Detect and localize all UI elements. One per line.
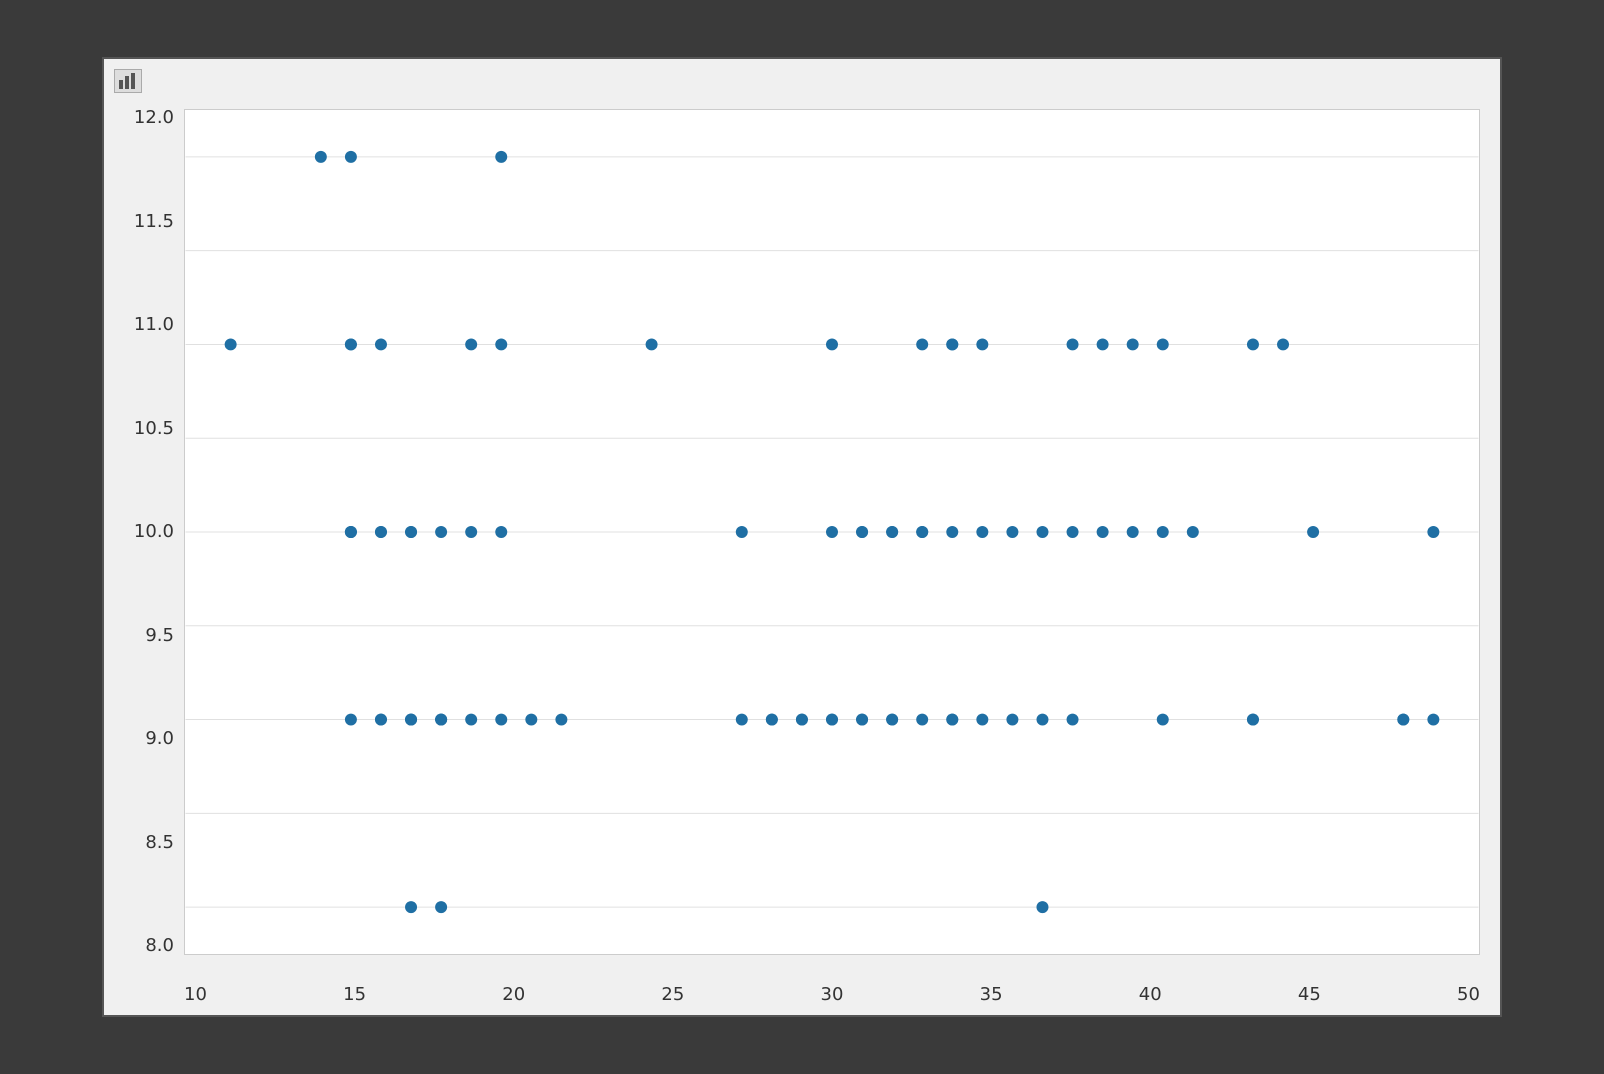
data-point <box>976 714 988 726</box>
data-point <box>766 714 778 726</box>
data-point <box>1036 901 1048 913</box>
data-point <box>495 151 507 163</box>
data-point <box>1127 338 1139 350</box>
y-tick-label: 9.0 <box>104 730 174 748</box>
bar-chart-icon[interactable] <box>114 69 142 93</box>
data-point <box>646 338 658 350</box>
x-tick-label: 30 <box>821 984 844 1005</box>
chart-container: 12.0 11.5 11.0 10.5 10.0 9.5 9.0 8.5 8.0 10 15 20 2… <box>102 57 1502 1017</box>
data-point <box>405 901 417 913</box>
data-point <box>916 526 928 538</box>
data-point <box>465 714 477 726</box>
data-point <box>796 714 808 726</box>
x-tick-label: 25 <box>661 984 684 1005</box>
data-point <box>886 526 898 538</box>
y-tick-label: 11.5 <box>104 213 174 231</box>
data-point <box>555 714 567 726</box>
data-point <box>976 338 988 350</box>
data-point <box>405 526 417 538</box>
data-point <box>345 714 357 726</box>
data-point <box>1067 714 1079 726</box>
x-tick-label: 35 <box>980 984 1003 1005</box>
data-point <box>826 714 838 726</box>
data-point <box>1036 526 1048 538</box>
data-point <box>1247 338 1259 350</box>
data-point <box>1157 714 1169 726</box>
data-point <box>495 526 507 538</box>
data-point <box>1277 338 1289 350</box>
data-point <box>435 714 447 726</box>
data-point <box>1067 338 1079 350</box>
data-point <box>1127 526 1139 538</box>
data-point <box>495 338 507 350</box>
data-point <box>375 714 387 726</box>
data-point <box>1247 714 1259 726</box>
data-point <box>736 526 748 538</box>
data-point <box>1097 338 1109 350</box>
y-tick-label: 10.0 <box>104 523 174 541</box>
data-point <box>1307 526 1319 538</box>
y-tick-label: 12.0 <box>104 109 174 127</box>
data-point <box>1157 526 1169 538</box>
y-tick-label: 11.0 <box>104 316 174 334</box>
data-point <box>1427 714 1439 726</box>
data-point <box>1397 714 1409 726</box>
data-point <box>1067 526 1079 538</box>
data-point <box>405 714 417 726</box>
toolbar[interactable] <box>114 69 142 93</box>
y-tick-label: 8.0 <box>104 937 174 955</box>
data-point <box>345 151 357 163</box>
x-tick-label: 20 <box>502 984 525 1005</box>
y-axis: 12.0 11.5 11.0 10.5 10.0 9.5 9.0 8.5 8.0 <box>104 109 179 955</box>
x-tick-label: 40 <box>1139 984 1162 1005</box>
data-point <box>946 526 958 538</box>
y-tick-label: 9.5 <box>104 627 174 645</box>
data-point <box>225 338 237 350</box>
data-point <box>1097 526 1109 538</box>
data-point <box>916 338 928 350</box>
data-point <box>1187 526 1199 538</box>
data-point <box>375 338 387 350</box>
data-point <box>1427 526 1439 538</box>
x-tick-label: 50 <box>1457 984 1480 1005</box>
data-point <box>465 526 477 538</box>
data-point <box>1036 714 1048 726</box>
x-axis: 10 15 20 25 30 35 40 45 50 <box>184 984 1480 1005</box>
data-point <box>1006 526 1018 538</box>
data-point <box>345 338 357 350</box>
data-point <box>916 714 928 726</box>
data-point <box>375 526 387 538</box>
y-tick-label: 8.5 <box>104 834 174 852</box>
x-tick-label: 15 <box>343 984 366 1005</box>
data-point <box>315 151 327 163</box>
data-point <box>345 526 357 538</box>
data-point <box>435 901 447 913</box>
data-point <box>1006 714 1018 726</box>
data-point <box>946 338 958 350</box>
data-point <box>465 338 477 350</box>
data-point <box>856 714 868 726</box>
data-point <box>976 526 988 538</box>
data-point <box>946 714 958 726</box>
data-point <box>886 714 898 726</box>
x-tick-label: 45 <box>1298 984 1321 1005</box>
y-tick-label: 10.5 <box>104 420 174 438</box>
x-tick-label: 10 <box>184 984 207 1005</box>
data-point <box>856 526 868 538</box>
data-point <box>435 526 447 538</box>
scatter-plot <box>185 110 1479 954</box>
data-point <box>495 714 507 726</box>
plot-area <box>184 109 1480 955</box>
data-point <box>736 714 748 726</box>
data-point <box>1157 338 1169 350</box>
data-point <box>525 714 537 726</box>
data-point <box>826 526 838 538</box>
data-point <box>826 338 838 350</box>
